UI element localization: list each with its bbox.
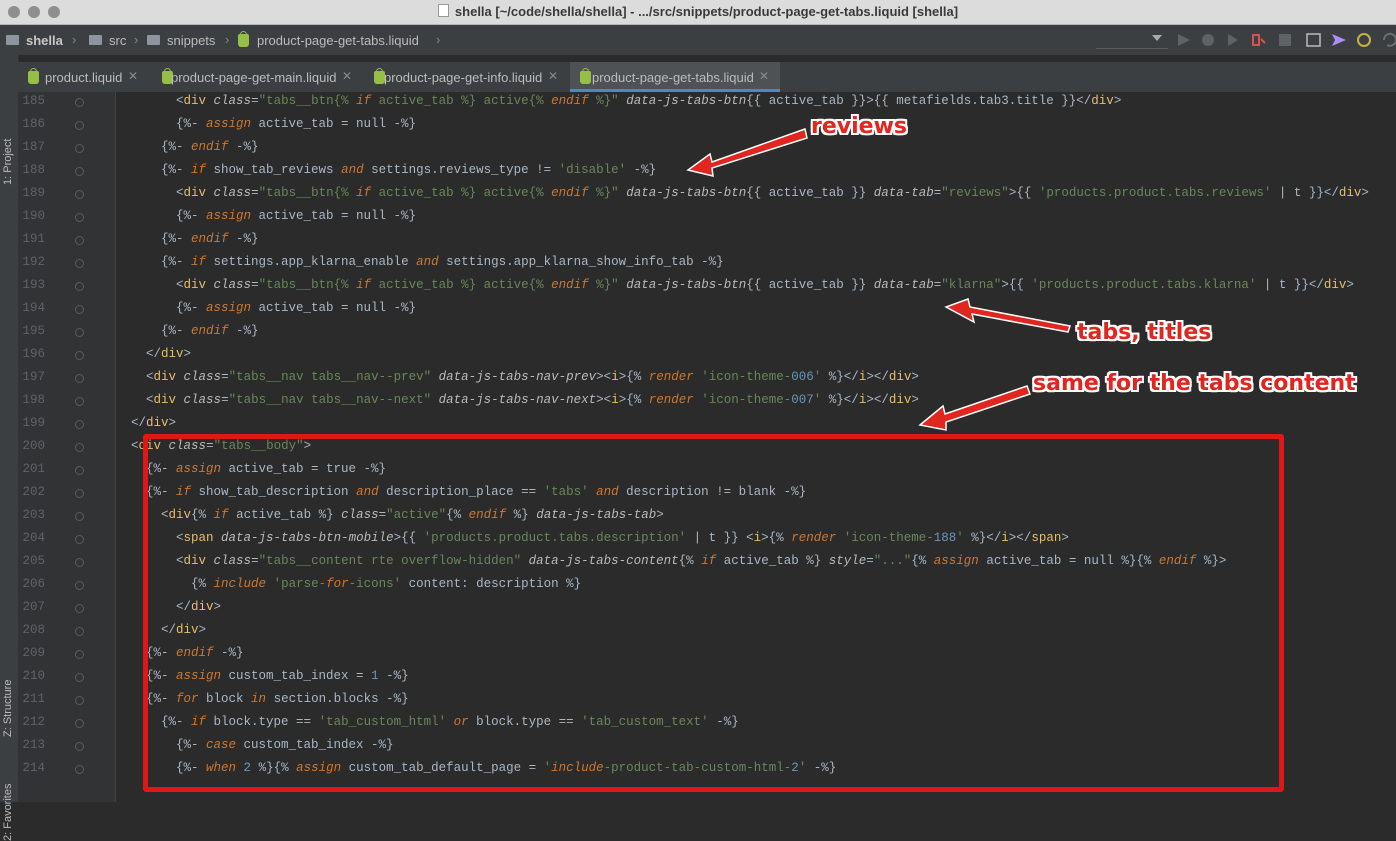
arrow-tabs-titles bbox=[944, 298, 1071, 333]
arrow-reviews bbox=[686, 128, 808, 177]
arrow-tabs-content bbox=[918, 385, 1031, 431]
annotation-arrows bbox=[686, 128, 1071, 431]
